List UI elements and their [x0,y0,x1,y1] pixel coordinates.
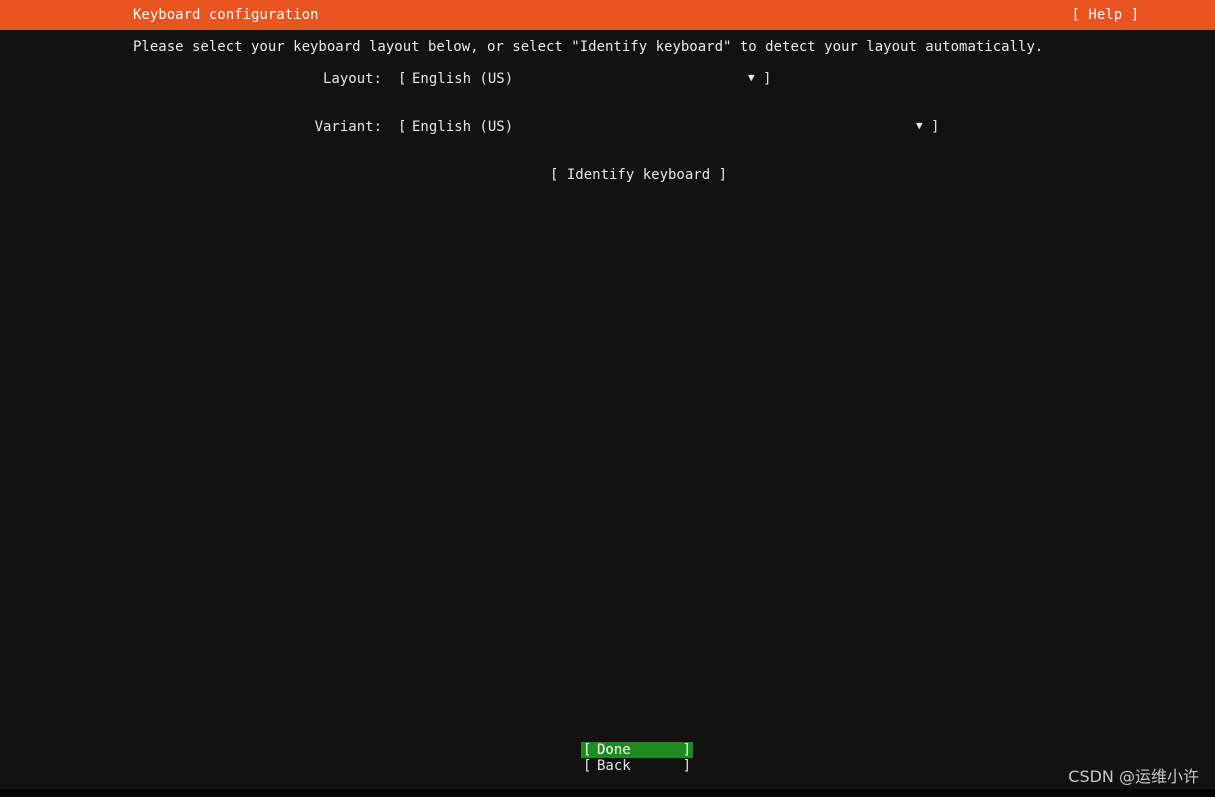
variant-select[interactable]: [ English (US) ▼ ] [398,117,943,137]
variant-close-bracket: ] [931,119,940,135]
layout-select[interactable]: [ English (US) ▼ ] [398,69,773,89]
done-label: Done [597,742,631,758]
layout-close-bracket: ] [763,71,772,87]
layout-label: Layout: [322,71,382,87]
watermark-text: CSDN @运维小许 [1068,767,1199,786]
variant-label: Variant: [314,119,382,135]
header-bar: Keyboard configuration [ Help ] [0,0,1215,30]
page-title: Keyboard configuration [133,7,319,23]
done-button[interactable]: [ Done ] [581,742,693,758]
bottom-edge [0,789,1215,797]
help-button[interactable]: [ Help ] [1072,6,1139,24]
chevron-down-icon: ▼ [748,71,755,84]
variant-open-bracket: [ [398,119,407,135]
done-open-bracket: [ [583,742,592,758]
back-close-bracket: ] [682,758,691,774]
done-close-bracket: ] [682,742,691,758]
layout-value: English (US) [412,71,514,87]
layout-open-bracket: [ [398,71,407,87]
back-open-bracket: [ [583,758,592,774]
identify-keyboard-button[interactable]: [ Identify keyboard ] [550,166,727,184]
back-button[interactable]: [ Back ] [581,758,693,774]
back-label: Back [597,758,631,774]
variant-value: English (US) [412,119,514,135]
instructions-text: Please select your keyboard layout below… [133,39,1044,55]
chevron-down-icon: ▼ [916,119,923,132]
